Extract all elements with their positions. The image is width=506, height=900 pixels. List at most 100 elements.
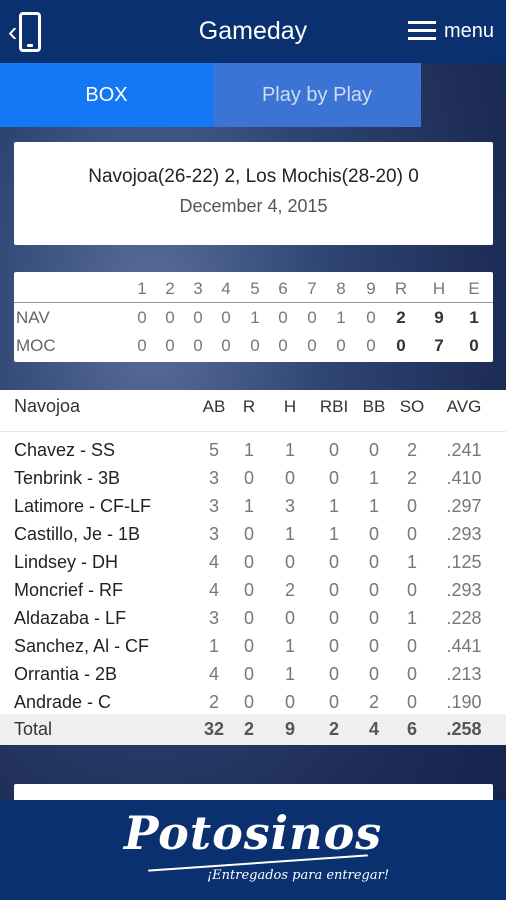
tab-box[interactable]: BOX [0,63,213,127]
linescore-inning-cell: 0 [307,336,317,355]
linescore-inning-cell: 0 [193,308,203,327]
boxscore-column-header: AVG [446,397,482,416]
player-stat: 0 [368,524,379,544]
player-name: Andrade - C [14,692,112,712]
linescore-r-cell: 2 [396,308,406,327]
player-stat: 0 [406,580,417,600]
total-stat: 2 [243,719,254,739]
player-stat: 1 [406,552,417,572]
player-stat: 3 [208,496,219,516]
player-row[interactable]: Tenbrink - 3B 3 0 0 0 1 2 .410 [0,464,506,492]
player-row[interactable]: Castillo, Je - 1B 3 0 1 1 0 0 .293 [0,520,506,548]
player-row[interactable]: Andrade - C 2 0 0 0 2 0 .190 [0,688,506,716]
player-stat: 1 [284,664,295,684]
player-stat: 0 [406,664,417,684]
game-matchup: Navojoa(26-22) 2, Los Mochis(28-20) 0 [88,166,419,187]
linescore-divider [14,302,493,303]
linescore-inning-cell: 0 [193,336,203,355]
player-stat: 0 [284,608,295,628]
sponsor-banner[interactable]: Potosinos ¡Entregados para entregar! [0,800,506,900]
player-stat: .297 [446,496,482,516]
linescore-header-cell: E [468,279,480,298]
player-row[interactable]: Latimore - CF-LF 3 1 3 1 1 0 .297 [0,492,506,520]
view-tabs: BOX Play by Play [0,63,506,127]
player-stat: 1 [406,608,417,628]
player-stat: 0 [368,664,379,684]
player-stat: 2 [406,468,417,488]
player-stat: 2 [284,580,295,600]
linescore-inning-cell: 1 [336,308,346,327]
linescore-h-cell: 7 [434,336,444,355]
player-stat: .410 [446,468,482,488]
total-stat: 6 [406,719,417,739]
player-stat: 0 [406,692,417,712]
player-stat: 0 [328,636,339,656]
player-stat: 2 [208,692,219,712]
player-stat: 1 [284,636,295,656]
linescore-e-cell: 0 [469,336,479,355]
player-stat: 0 [368,580,379,600]
linescore-inning-cell: 0 [221,336,231,355]
player-stat: 0 [243,664,254,684]
linescore-inning-cell: 1 [250,308,260,327]
player-stat: .293 [446,580,482,600]
player-stat: 0 [243,552,254,572]
player-stat: 1 [284,440,295,460]
player-stat: 0 [328,552,339,572]
linescore-inning-cell: 0 [336,336,346,355]
player-stat: 0 [243,636,254,656]
sponsor-logo: Potosinos [123,806,383,860]
player-stat: 1 [328,496,339,516]
player-row[interactable]: Moncrief - RF 4 0 2 0 0 0 .293 [0,576,506,604]
player-stat: 0 [406,524,417,544]
sponsor-slogan: ¡Entregados para entregar! [206,868,390,883]
total-label: Total [14,719,53,739]
player-stat: .228 [446,608,482,628]
linescore-row: MOC 000000000070 [14,332,493,360]
player-row[interactable]: Sanchez, Al - CF 1 0 1 0 0 0 .441 [0,632,506,660]
player-name: Sanchez, Al - CF [14,636,150,656]
boxscore-table: Navojoa AB R H RBI BB SO AVG Chavez - SS 5 1 1 0 0 2… [0,390,506,745]
linescore-inning-cell: 0 [278,336,288,355]
linescore-header-cell: 9 [366,279,376,298]
player-stat: 0 [243,468,254,488]
menu-label: menu [443,19,494,42]
boxscore-column-header: AB [202,397,226,416]
player-stat: 0 [406,496,417,516]
linescore-team: MOC [16,336,56,355]
linescore-inning-cell: 0 [250,336,260,355]
player-row[interactable]: Orrantia - 2B 4 0 1 0 0 0 .213 [0,660,506,688]
player-stat: 1 [368,496,379,516]
linescore-header-cell: 2 [165,279,175,298]
boxscore-column-header: H [283,397,297,416]
player-row[interactable]: Aldazaba - LF 3 0 0 0 0 1 .228 [0,604,506,632]
player-stat: 0 [328,608,339,628]
player-name: Aldazaba - LF [14,608,127,628]
player-stat: 1 [328,524,339,544]
player-stat: 1 [243,440,254,460]
player-row[interactable]: Chavez - SS 5 1 1 0 0 2 .241 [0,436,506,464]
linescore-inning-cell: 0 [366,308,376,327]
player-name: Latimore - CF-LF [14,496,152,516]
player-stat: 1 [284,524,295,544]
linescore-inning-cell: 0 [307,308,317,327]
player-stat: .213 [446,664,482,684]
player-row[interactable]: Lindsey - DH 4 0 0 0 0 1 .125 [0,548,506,576]
linescore-header-cell: 6 [278,279,288,298]
player-name: Chavez - SS [14,440,116,460]
player-stat: 0 [284,468,295,488]
boxscore-column-header: R [242,397,256,416]
linescore-header-row: 12345678 9R H E [14,275,493,303]
player-stat: .441 [446,636,482,656]
linescore-header-cell: 5 [250,279,260,298]
menu-button[interactable]: menu [407,14,494,48]
tab-play-by-play[interactable]: Play by Play [213,63,421,127]
player-stat: 0 [243,692,254,712]
total-stat: 2 [328,719,339,739]
linescore-header-cell: 3 [193,279,203,298]
linescore-row: NAV 000010010291 [14,304,493,332]
player-stat: 3 [208,524,219,544]
game-date: December 4, 2015 [179,196,328,216]
player-stat: 0 [243,608,254,628]
player-stat: 0 [368,440,379,460]
